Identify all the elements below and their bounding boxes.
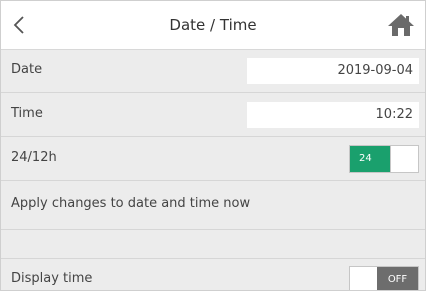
format-row: 24/12h 24 — [1, 137, 425, 181]
toggle-on-segment: 24 — [350, 146, 392, 172]
date-time-screen: Date / Time Date 2019-09-04 Time 10:22 2… — [0, 0, 426, 291]
date-row: Date 2019-09-04 — [1, 50, 425, 93]
apply-label: Apply changes to date and time now — [11, 196, 251, 211]
spacer-row — [1, 230, 425, 259]
header-bar: Date / Time — [1, 1, 425, 50]
toggle-knob — [390, 146, 418, 172]
display-time-label: Display time — [11, 271, 93, 286]
display-time-row: Display time OFF — [1, 259, 425, 290]
display-time-toggle[interactable]: OFF — [349, 266, 419, 290]
back-button[interactable] — [7, 11, 31, 39]
format-toggle[interactable]: 24 — [349, 145, 419, 173]
time-label: Time — [11, 106, 43, 121]
date-field[interactable]: 2019-09-04 — [247, 58, 419, 84]
time-field[interactable]: 10:22 — [247, 102, 419, 128]
toggle-knob — [350, 267, 378, 290]
home-icon — [388, 14, 414, 36]
page-title: Date / Time — [169, 16, 257, 34]
chevron-left-icon — [13, 16, 24, 34]
time-row: Time 10:22 — [1, 93, 425, 137]
home-button[interactable] — [387, 13, 415, 37]
date-label: Date — [11, 62, 43, 77]
apply-row[interactable]: Apply changes to date and time now — [1, 181, 425, 230]
format-label: 24/12h — [11, 150, 57, 165]
toggle-off-segment: OFF — [377, 267, 418, 290]
